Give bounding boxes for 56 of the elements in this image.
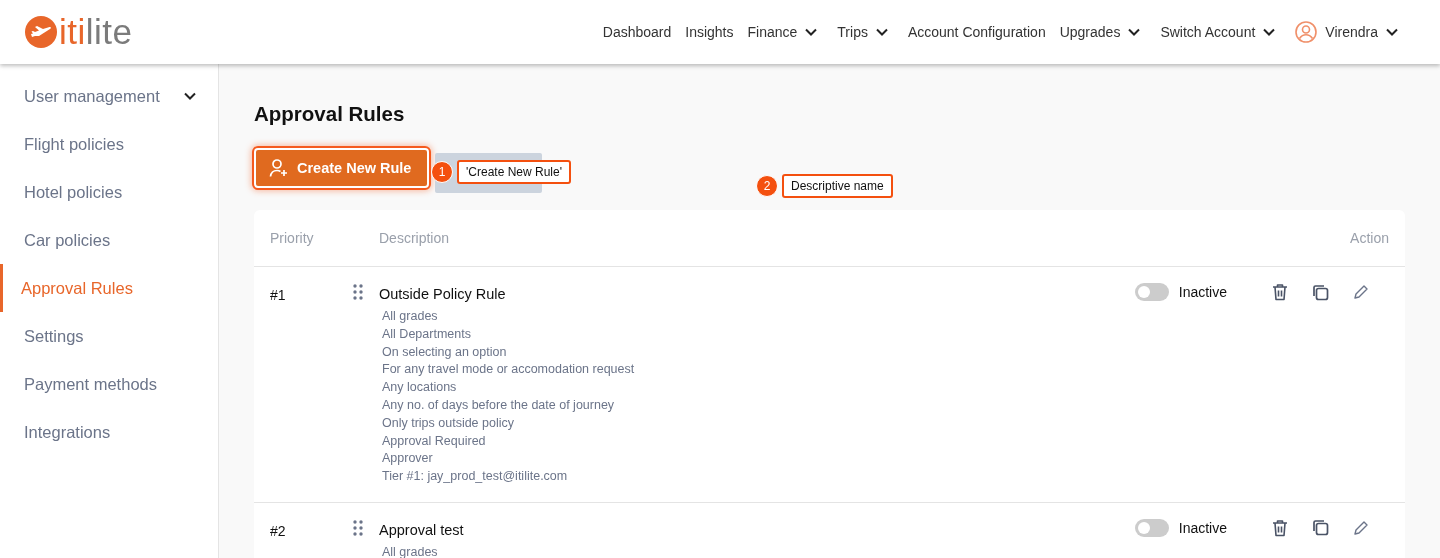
pencil-icon[interactable] bbox=[1353, 284, 1369, 300]
rule-detail: Tier #1: jay_prod_test@itilite.com bbox=[381, 468, 569, 486]
trash-icon[interactable] bbox=[1272, 283, 1288, 301]
status-text: Inactive bbox=[1178, 519, 1227, 536]
sidebar-item[interactable]: User management bbox=[0, 72, 218, 120]
annotation-label: 'Create New Rule' bbox=[457, 160, 571, 184]
rule-detail: All Departments bbox=[381, 325, 472, 343]
column-header: Action bbox=[1350, 230, 1389, 246]
priority-text: #2 bbox=[270, 521, 287, 539]
status-text: Inactive bbox=[1178, 284, 1227, 300]
sidebar-item[interactable]: Integrations bbox=[0, 408, 218, 456]
nav-link[interactable]: Switch Account bbox=[1160, 24, 1276, 40]
rule-detail: Only trips outside policy bbox=[381, 414, 515, 432]
nav-link[interactable]: Finance bbox=[747, 24, 818, 40]
trash-icon[interactable] bbox=[1272, 518, 1288, 537]
column-header: Description bbox=[379, 230, 451, 246]
rule-detail: All grades bbox=[381, 543, 439, 558]
sidebar-item[interactable]: Car policies bbox=[0, 216, 218, 264]
user-avatar-icon bbox=[1295, 21, 1318, 43]
logo: itilite bbox=[25, 12, 133, 52]
page-title: Approval Rules bbox=[254, 102, 406, 126]
nav-link[interactable]: Dashboard bbox=[602, 24, 672, 40]
rule-name: Outside Policy Rule bbox=[379, 286, 507, 302]
add-user-icon bbox=[269, 158, 289, 178]
sidebar-item[interactable]: Hotel policies bbox=[0, 168, 218, 216]
nav-link[interactable]: Account Configuration bbox=[907, 24, 1046, 40]
create-rule-button[interactable]: Create New Rule bbox=[254, 148, 430, 188]
priority-text: #1 bbox=[270, 286, 287, 303]
plane-logo-icon bbox=[25, 16, 57, 48]
rule-detail: All grades bbox=[381, 308, 439, 325]
rule-detail: Any no. of days before the date of journey bbox=[381, 397, 616, 414]
rule-name: Approval test bbox=[379, 521, 465, 538]
step-marker: 1 bbox=[431, 161, 453, 183]
sidebar-item[interactable]: Approval Rules bbox=[0, 264, 218, 312]
rule-detail: Approver bbox=[381, 450, 434, 468]
step-marker: 2 bbox=[756, 175, 778, 197]
nav-link[interactable]: Trips bbox=[837, 24, 888, 40]
copy-icon[interactable] bbox=[1312, 519, 1329, 537]
annotation-label: Descriptive name bbox=[782, 174, 893, 198]
nav-link[interactable]: Virendra bbox=[1295, 21, 1398, 43]
toggle-switch[interactable] bbox=[1134, 518, 1169, 537]
copy-icon[interactable] bbox=[1312, 283, 1329, 301]
rule-detail: Any locations bbox=[381, 379, 458, 397]
nav-link[interactable]: Insights bbox=[685, 24, 734, 40]
rule-detail: Approval Required bbox=[381, 432, 487, 450]
column-header: Priority bbox=[270, 230, 315, 246]
drag-handle-icon[interactable] bbox=[353, 283, 363, 303]
pencil-icon[interactable] bbox=[1353, 519, 1369, 536]
sidebar-item[interactable]: Settings bbox=[0, 312, 218, 360]
toggle-switch[interactable] bbox=[1134, 283, 1169, 301]
rule-detail: On selecting an option bbox=[381, 343, 508, 361]
drag-handle-icon[interactable] bbox=[353, 518, 363, 539]
sidebar-item[interactable]: Payment methods bbox=[0, 360, 218, 408]
nav-link[interactable]: Upgrades bbox=[1059, 24, 1141, 40]
rule-detail: For any travel mode or accomodation request bbox=[381, 361, 636, 379]
sidebar-item[interactable]: Flight policies bbox=[0, 120, 218, 168]
